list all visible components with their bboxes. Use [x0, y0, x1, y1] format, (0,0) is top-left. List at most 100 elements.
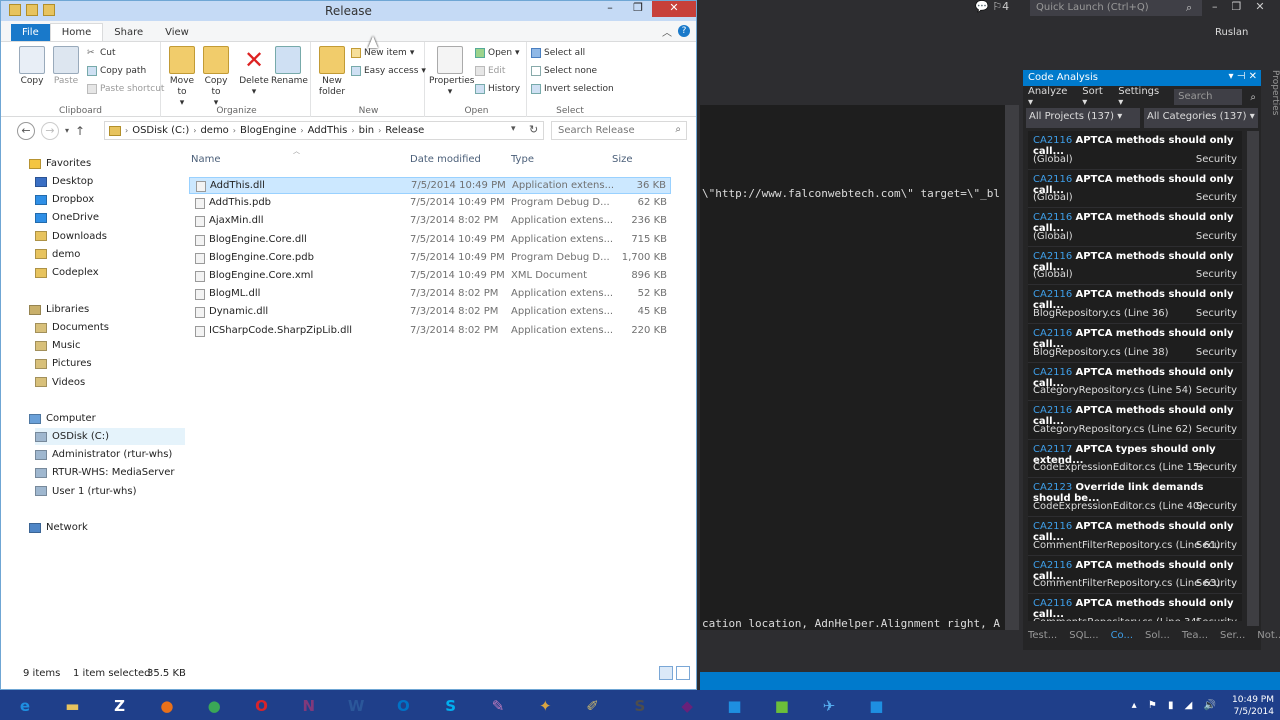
chevron-right-icon[interactable]: › — [193, 126, 196, 135]
easy-access-button[interactable]: Easy access ▾ — [351, 66, 426, 76]
code-analysis-search-input[interactable]: Search — [1174, 89, 1243, 105]
skype-icon[interactable]: S — [434, 693, 468, 718]
file-row[interactable]: BlogEngine.Core.dll 7/5/2014 10:49 PM Appl… — [189, 232, 671, 249]
collapse-ribbon-icon[interactable]: ︿ — [662, 24, 672, 39]
address-path[interactable]: › OSDisk (C:) › demo › BlogEngine › AddThis › bin… — [104, 121, 544, 140]
copy-path-button[interactable]: Copy path — [87, 66, 146, 76]
rule-code[interactable]: CA2116 — [1033, 560, 1072, 571]
minimize-button[interactable]: – — [596, 1, 624, 17]
file-row[interactable]: AddThis.dll 7/5/2014 10:49 PM Application … — [189, 177, 671, 194]
nav-favorite-item[interactable]: OneDrive — [35, 209, 99, 226]
analyze-button[interactable]: Analyze ▾ — [1028, 86, 1074, 108]
code-analysis-item[interactable]: CA2116 APTCA methods should only call...… — [1028, 594, 1242, 621]
column-name[interactable]: Name — [191, 154, 221, 165]
details-view-button[interactable] — [659, 666, 673, 680]
explorer-titlebar[interactable]: Release – ❐ ✕ — [1, 1, 696, 21]
tool-tab[interactable]: Tea... — [1182, 630, 1208, 646]
chevron-right-icon[interactable]: › — [125, 126, 128, 135]
nav-computer-item[interactable]: OSDisk (C:) — [35, 428, 185, 445]
nav-favorites[interactable]: Favorites — [29, 155, 91, 172]
rule-code[interactable]: CA2116 — [1033, 212, 1072, 223]
nav-computer-item[interactable]: Administrator (rtur-whs) — [35, 446, 172, 463]
tab-share[interactable]: Share — [103, 24, 154, 41]
file-row[interactable]: BlogEngine.Core.pdb 7/5/2014 10:49 PM Prog… — [189, 250, 671, 267]
rule-code[interactable]: CA2123 — [1033, 482, 1072, 493]
large-icons-view-button[interactable] — [676, 666, 690, 680]
rule-code[interactable]: CA2116 — [1033, 367, 1072, 378]
file-row[interactable]: BlogEngine.Core.xml 7/5/2014 10:49 PM XML … — [189, 268, 671, 285]
nav-favorite-item[interactable]: Codeplex — [35, 264, 99, 281]
twitter-icon[interactable]: ✈ — [812, 693, 846, 718]
chevron-right-icon[interactable]: › — [233, 126, 236, 135]
chrome-icon[interactable]: ● — [197, 693, 231, 718]
app4-icon[interactable]: ■ — [859, 693, 893, 718]
code-analysis-item[interactable]: CA2116 APTCA methods should only call...… — [1028, 323, 1242, 363]
paint-icon[interactable]: ✎ — [481, 693, 515, 718]
code-analysis-item[interactable]: CA2116 APTCA methods should only call...… — [1028, 246, 1242, 286]
select-all-button[interactable]: Select all — [531, 48, 585, 58]
tab-home[interactable]: Home — [49, 23, 104, 41]
rule-code[interactable]: CA2116 — [1033, 405, 1072, 416]
code-analysis-item[interactable]: CA2123 Override link demands should be..… — [1028, 478, 1242, 517]
tool-tab[interactable]: SQL... — [1069, 630, 1098, 646]
app3-icon[interactable]: ■ — [765, 693, 799, 718]
edit-button[interactable]: Edit — [475, 66, 505, 76]
tool-tab[interactable]: Sol... — [1145, 630, 1170, 646]
properties-button[interactable]: Properties ▾ — [429, 46, 474, 98]
system-tray[interactable]: ▴ ⚑ ▮ ◢ 🔊 — [1132, 700, 1220, 711]
nav-library-item[interactable]: Documents — [35, 319, 109, 336]
code-analysis-item[interactable]: CA2116 APTCA methods should only call...… — [1028, 401, 1242, 440]
refresh-icon[interactable]: ↻ — [529, 123, 538, 136]
chevron-right-icon[interactable]: › — [378, 126, 381, 135]
code-analysis-item[interactable]: CA2116 APTCA methods should only call...… — [1028, 555, 1242, 595]
nav-libraries[interactable]: Libraries — [29, 301, 89, 318]
paste-shortcut-button[interactable]: Paste shortcut — [87, 84, 164, 94]
file-row[interactable]: Dynamic.dll 7/3/2014 8:02 PM Application e… — [189, 304, 671, 321]
vs-window-controls[interactable]: –❐✕ — [1212, 0, 1279, 13]
code-analysis-item[interactable]: CA2116 APTCA methods should only call...… — [1028, 285, 1242, 324]
nav-library-item[interactable]: Videos — [35, 374, 85, 391]
file-row[interactable]: BlogML.dll 7/3/2014 8:02 PM Application ex… — [189, 286, 671, 303]
maximize-button[interactable]: ❐ — [624, 1, 652, 17]
paste-button[interactable]: Paste — [49, 46, 83, 87]
sublime-icon[interactable]: S — [623, 693, 657, 718]
history-button[interactable]: History — [475, 84, 520, 94]
chevron-right-icon[interactable]: › — [300, 126, 303, 135]
open-button[interactable]: Open ▾ — [475, 48, 520, 58]
editor-scrollbar[interactable] — [1005, 105, 1019, 630]
nav-library-item[interactable]: Music — [35, 337, 80, 354]
breadcrumb-segment[interactable]: AddThis — [308, 125, 348, 136]
opera-icon[interactable]: O — [245, 693, 279, 718]
sort-button[interactable]: Sort ▾ — [1082, 86, 1110, 108]
breadcrumb-segment[interactable]: BlogEngine — [240, 125, 296, 136]
app2-icon[interactable]: ■ — [718, 693, 752, 718]
file-row[interactable]: AjaxMin.dll 7/3/2014 8:02 PM Application e… — [189, 213, 671, 230]
new-item-button[interactable]: New item ▾ — [351, 48, 414, 58]
tool-tab[interactable]: Co... — [1111, 630, 1133, 646]
nav-favorite-item[interactable]: Downloads — [35, 228, 107, 245]
nav-computer-item[interactable]: User 1 (rtur-whs) — [35, 483, 137, 500]
rule-code[interactable]: CA2116 — [1033, 598, 1072, 609]
copy-to-button[interactable]: Copy to ▾ — [199, 46, 233, 109]
taskbar-clock[interactable]: 10:49 PM 7/5/2014 — [1232, 694, 1274, 718]
breadcrumb-segment[interactable]: bin — [359, 125, 374, 136]
rule-code[interactable]: CA2117 — [1033, 444, 1072, 455]
tab-file[interactable]: File — [11, 24, 50, 41]
forward-button[interactable]: → — [41, 122, 59, 140]
delete-button[interactable]: ✕ Delete ▾ — [237, 46, 271, 98]
search-icon[interactable]: ⌕ — [1250, 92, 1256, 103]
code-editor[interactable]: \"http://www.falconwebtech.com\" target=… — [700, 105, 1005, 630]
nav-computer-item[interactable]: RTUR-WHS: MediaServer — [35, 464, 175, 481]
firefox-icon[interactable]: ● — [150, 693, 184, 718]
code-analysis-item[interactable]: CA2116 APTCA methods should only call...… — [1028, 516, 1242, 556]
notepad-icon[interactable]: ✐ — [576, 693, 610, 718]
file-row[interactable]: ICSharpCode.SharpZipLib.dll 7/3/2014 8:02… — [189, 323, 671, 340]
vs-user-name[interactable]: Ruslan — [1215, 27, 1248, 38]
visual-studio-icon[interactable]: ◆ — [670, 693, 704, 718]
rule-code[interactable]: CA2116 — [1033, 251, 1072, 262]
nav-computer[interactable]: Computer — [29, 410, 96, 427]
properties-side-tab[interactable]: Properties — [1262, 70, 1280, 650]
code-analysis-scrollbar[interactable] — [1247, 131, 1259, 626]
column-date[interactable]: Date modified — [410, 154, 481, 165]
up-button[interactable]: ↑ — [75, 122, 85, 140]
